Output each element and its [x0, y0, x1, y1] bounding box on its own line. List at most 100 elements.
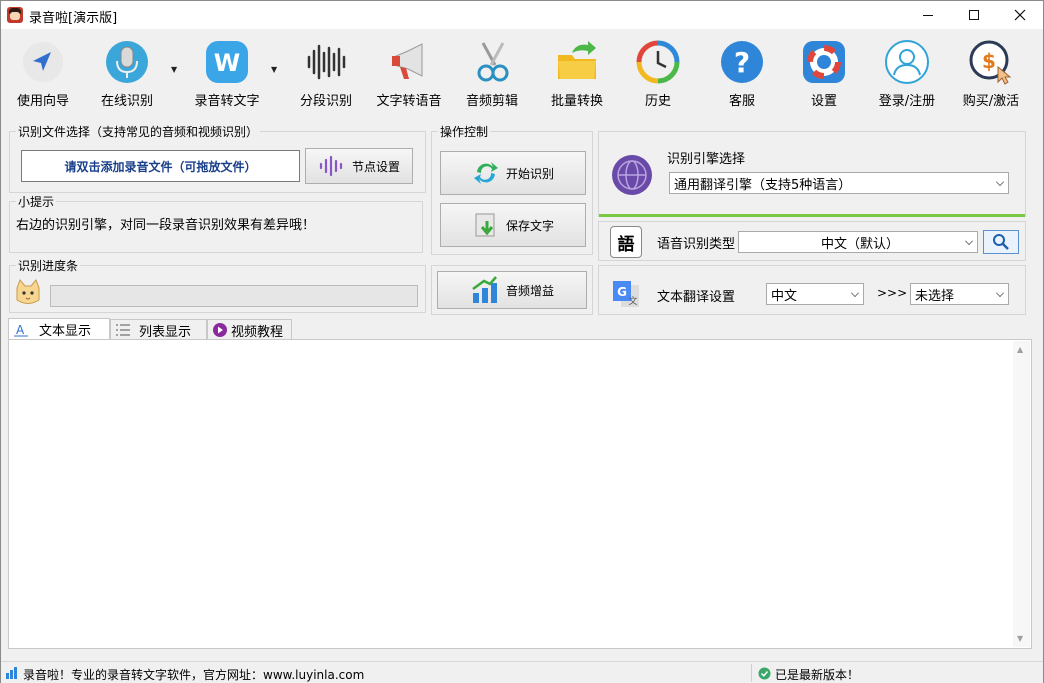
lifebuoy-settings-icon: [803, 41, 845, 83]
tip-group: 小提示 右边的识别引擎，对同一段录音识别效果有差异哦！: [9, 193, 423, 253]
toolbar-label: 批量转换: [550, 94, 603, 109]
language-badge-icon[interactable]: 語: [610, 226, 642, 258]
close-button[interactable]: [997, 1, 1043, 29]
toolbar-label: 客服: [728, 94, 755, 109]
translate-from-value: 中文: [771, 288, 798, 304]
recognition-progress-bar: [50, 285, 418, 307]
engine-label: 识别引擎选择: [667, 152, 746, 167]
chevron-down-icon: [996, 289, 1004, 297]
app-window: 录音啦[演示版] 使用向导 在线识别 ▼ W 录音转文字 ▼ 分段识别 文字转语…: [0, 0, 1044, 683]
toolbar-segment-recognition-button[interactable]: 分段识别: [291, 35, 361, 111]
search-icon: [993, 234, 1009, 250]
tab-list-display[interactable]: 列表显示: [110, 319, 207, 340]
translate-to-select[interactable]: 未选择: [910, 283, 1009, 305]
waveform-icon: [307, 44, 346, 80]
save-text-label: 保存文字: [505, 218, 554, 233]
progress-group-title: 识别进度条: [16, 257, 81, 274]
chevron-down-icon: [851, 289, 859, 297]
toolbar-guide-button[interactable]: 使用向导: [5, 35, 81, 111]
operation-group-title: 操作控制: [438, 123, 491, 140]
close-icon: [1014, 9, 1026, 21]
chevron-down-icon[interactable]: ▼: [171, 65, 177, 74]
folder-arrow-icon: [558, 41, 596, 79]
translate-from-select[interactable]: 中文: [766, 283, 864, 305]
toolbar-batch-convert-button[interactable]: 批量转换: [539, 35, 615, 111]
translate-label: 文本翻译设置: [657, 290, 736, 305]
speech-type-group: 語 语音识别类型 中文（默认）: [598, 221, 1026, 261]
tip-text: 右边的识别引擎，对同一段录音识别效果有差异哦！: [16, 218, 316, 233]
speech-type-selected-value: 中文（默认）: [820, 236, 899, 252]
text-format-icon: A: [14, 323, 28, 337]
operation-group: 操作控制 开始识别 保存文字: [431, 123, 593, 255]
tab-label: 文本显示: [39, 324, 92, 339]
toolbar-settings-button[interactable]: 设置: [789, 35, 859, 111]
window-title: 录音啦[演示版]: [29, 11, 118, 26]
user-icon: [885, 40, 929, 84]
speech-type-select[interactable]: 中文（默认）: [738, 231, 978, 253]
check-cloud-icon: [758, 667, 771, 680]
toolbar-label: 分段识别: [299, 94, 352, 109]
speech-type-label: 语音识别类型: [657, 237, 736, 252]
globe-network-icon: [612, 155, 652, 195]
svg-text:$: $: [982, 49, 996, 73]
svg-text:文: 文: [628, 295, 637, 307]
toolbar-audio-to-text-button[interactable]: W 录音转文字: [187, 35, 267, 111]
navigation-arrow-icon: [23, 42, 63, 82]
toolbar-label: 文字转语音: [376, 94, 442, 109]
status-bar: 录音啦！专业的录音转文字软件，官方网址：www.luyinla.com 已是最新…: [1, 661, 1043, 683]
svg-text:W: W: [214, 49, 240, 77]
translate-group: G 文 文本翻译设置 中文 >>> 未选择: [598, 265, 1026, 315]
scroll-down-icon[interactable]: ▼: [1017, 634, 1023, 643]
play-video-icon: [213, 323, 227, 337]
toolbar-support-button[interactable]: ? 客服: [707, 35, 777, 111]
title-bar: 录音啦[演示版]: [1, 1, 1043, 29]
minimize-button[interactable]: [905, 1, 951, 29]
toolbar-online-recognition-button[interactable]: 在线识别: [89, 35, 165, 111]
chevron-down-icon[interactable]: ▼: [271, 65, 277, 74]
engine-select[interactable]: 通用翻译引擎（支持5种语言）: [669, 172, 1009, 194]
add-file-button[interactable]: 请双击添加录音文件（可拖放文件）: [21, 150, 300, 182]
status-message: 录音啦！专业的录音转文字软件，官方网址：www.luyinla.com: [23, 668, 365, 682]
microphone-icon: [106, 41, 148, 83]
toolbar-label: 登录/注册: [878, 94, 936, 109]
tab-video-tutorial[interactable]: 视频教程: [207, 319, 292, 340]
toolbar-label: 在线识别: [100, 94, 153, 109]
maximize-button[interactable]: [951, 1, 997, 29]
node-settings-button[interactable]: 节点设置: [305, 148, 413, 184]
svg-text:?: ?: [734, 46, 750, 79]
bar-chart-up-icon: [472, 276, 497, 303]
search-button[interactable]: [983, 230, 1019, 254]
save-text-button[interactable]: 保存文字: [440, 203, 586, 247]
save-download-icon: [475, 213, 495, 237]
engine-group: 识别引擎选择 通用翻译引擎（支持5种语言）: [598, 131, 1026, 217]
version-status: 已是最新版本！: [775, 668, 860, 682]
scissors-icon: [477, 42, 509, 82]
scroll-up-icon[interactable]: ▲: [1017, 345, 1023, 354]
tab-label: 列表显示: [139, 324, 192, 340]
status-divider: [751, 664, 752, 682]
toolbar-login-button[interactable]: 登录/注册: [867, 35, 947, 111]
tab-text-display[interactable]: A 文本显示: [8, 318, 110, 340]
start-recognition-button[interactable]: 开始识别: [440, 151, 586, 195]
toolbar-history-button[interactable]: 历史: [623, 35, 693, 111]
toolbar-text-to-speech-button[interactable]: 文字转语音: [371, 35, 447, 111]
list-icon: [116, 324, 130, 336]
svg-text:A: A: [16, 323, 25, 337]
engine-accent-bar: [599, 214, 1025, 217]
progress-group: 识别进度条: [9, 257, 426, 313]
dollar-cursor-icon: $: [969, 40, 1012, 85]
translate-to-value: 未选择: [915, 288, 955, 304]
tab-label: 视频教程: [231, 324, 284, 340]
stats-bars-icon: [6, 667, 17, 679]
engine-selected-value: 通用翻译引擎（支持5种语言）: [674, 177, 852, 193]
file-select-group: 识别文件选择（支持常见的音频和视频识别） 请双击添加录音文件（可拖放文件） 节点…: [9, 123, 426, 193]
audio-gain-button[interactable]: 音频增益: [437, 271, 587, 309]
text-output-area[interactable]: ▲ ▼: [8, 339, 1032, 649]
vertical-scrollbar[interactable]: ▲ ▼: [1013, 341, 1030, 647]
toolbar-label: 录音转文字: [194, 94, 260, 109]
cat-mascot-icon: [16, 279, 40, 304]
toolbar-label: 音频剪辑: [465, 94, 518, 109]
main-toolbar: 使用向导 在线识别 ▼ W 录音转文字 ▼ 分段识别 文字转语音 音频剪辑 批量…: [1, 29, 1043, 113]
toolbar-purchase-button[interactable]: $ 购买/激活: [953, 35, 1029, 111]
toolbar-audio-edit-button[interactable]: 音频剪辑: [457, 35, 527, 111]
